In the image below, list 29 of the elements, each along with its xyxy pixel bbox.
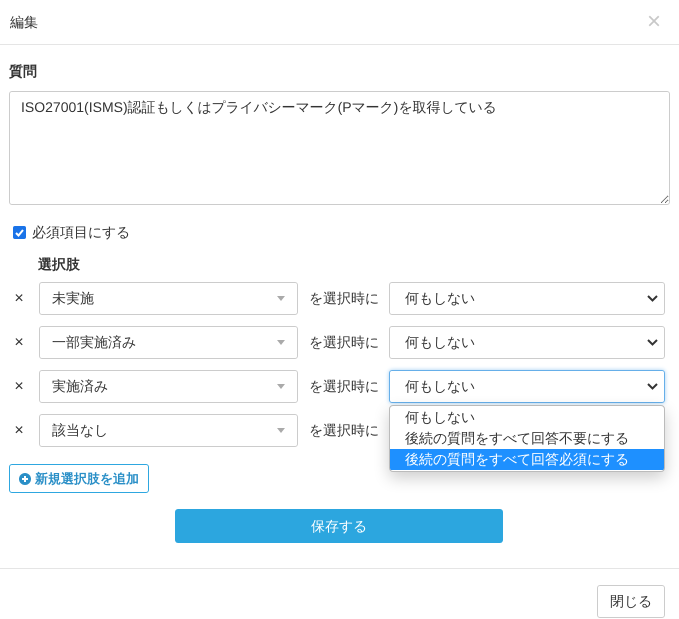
caret-icon [277, 296, 285, 301]
required-label: 必須項目にする [32, 223, 130, 242]
action-select[interactable]: 何もしない [389, 326, 665, 359]
question-field[interactable]: ISO27001(ISMS)認証もしくはプライバシーマーク(Pマーク)を取得している [9, 91, 670, 205]
dropdown-option[interactable]: 後続の質問をすべて回答不要にする [390, 428, 664, 449]
connector-text: を選択時に [309, 421, 379, 440]
connector-text: を選択時に [309, 377, 379, 396]
chevron-down-icon [647, 295, 658, 302]
action-select[interactable]: 何もしない [389, 370, 665, 403]
action-select[interactable]: 何もしない [389, 282, 665, 315]
choice-select[interactable]: 該当なし [39, 414, 298, 447]
connector-text: を選択時に [309, 333, 379, 352]
dropdown-option[interactable]: 何もしない [390, 407, 664, 428]
choice-select[interactable]: 未実施 [39, 282, 298, 315]
question-label: 質問 [9, 62, 38, 81]
chevron-down-icon [647, 339, 658, 346]
plus-circle-icon [19, 472, 31, 484]
add-choice-button[interactable]: 新規選択肢を追加 [9, 464, 149, 493]
caret-icon [277, 428, 285, 433]
caret-icon [277, 384, 285, 389]
chevron-down-icon [647, 383, 658, 390]
close-button[interactable]: 閉じる [597, 585, 665, 618]
required-checkbox[interactable] [13, 226, 26, 239]
choice-select[interactable]: 一部実施済み [39, 326, 298, 359]
caret-icon [277, 340, 285, 345]
connector-text: を選択時に [309, 289, 379, 308]
choices-label: 選択肢 [38, 255, 81, 274]
choice-select[interactable]: 実施済み [39, 370, 298, 403]
dialog-title: 編集 [10, 12, 38, 32]
